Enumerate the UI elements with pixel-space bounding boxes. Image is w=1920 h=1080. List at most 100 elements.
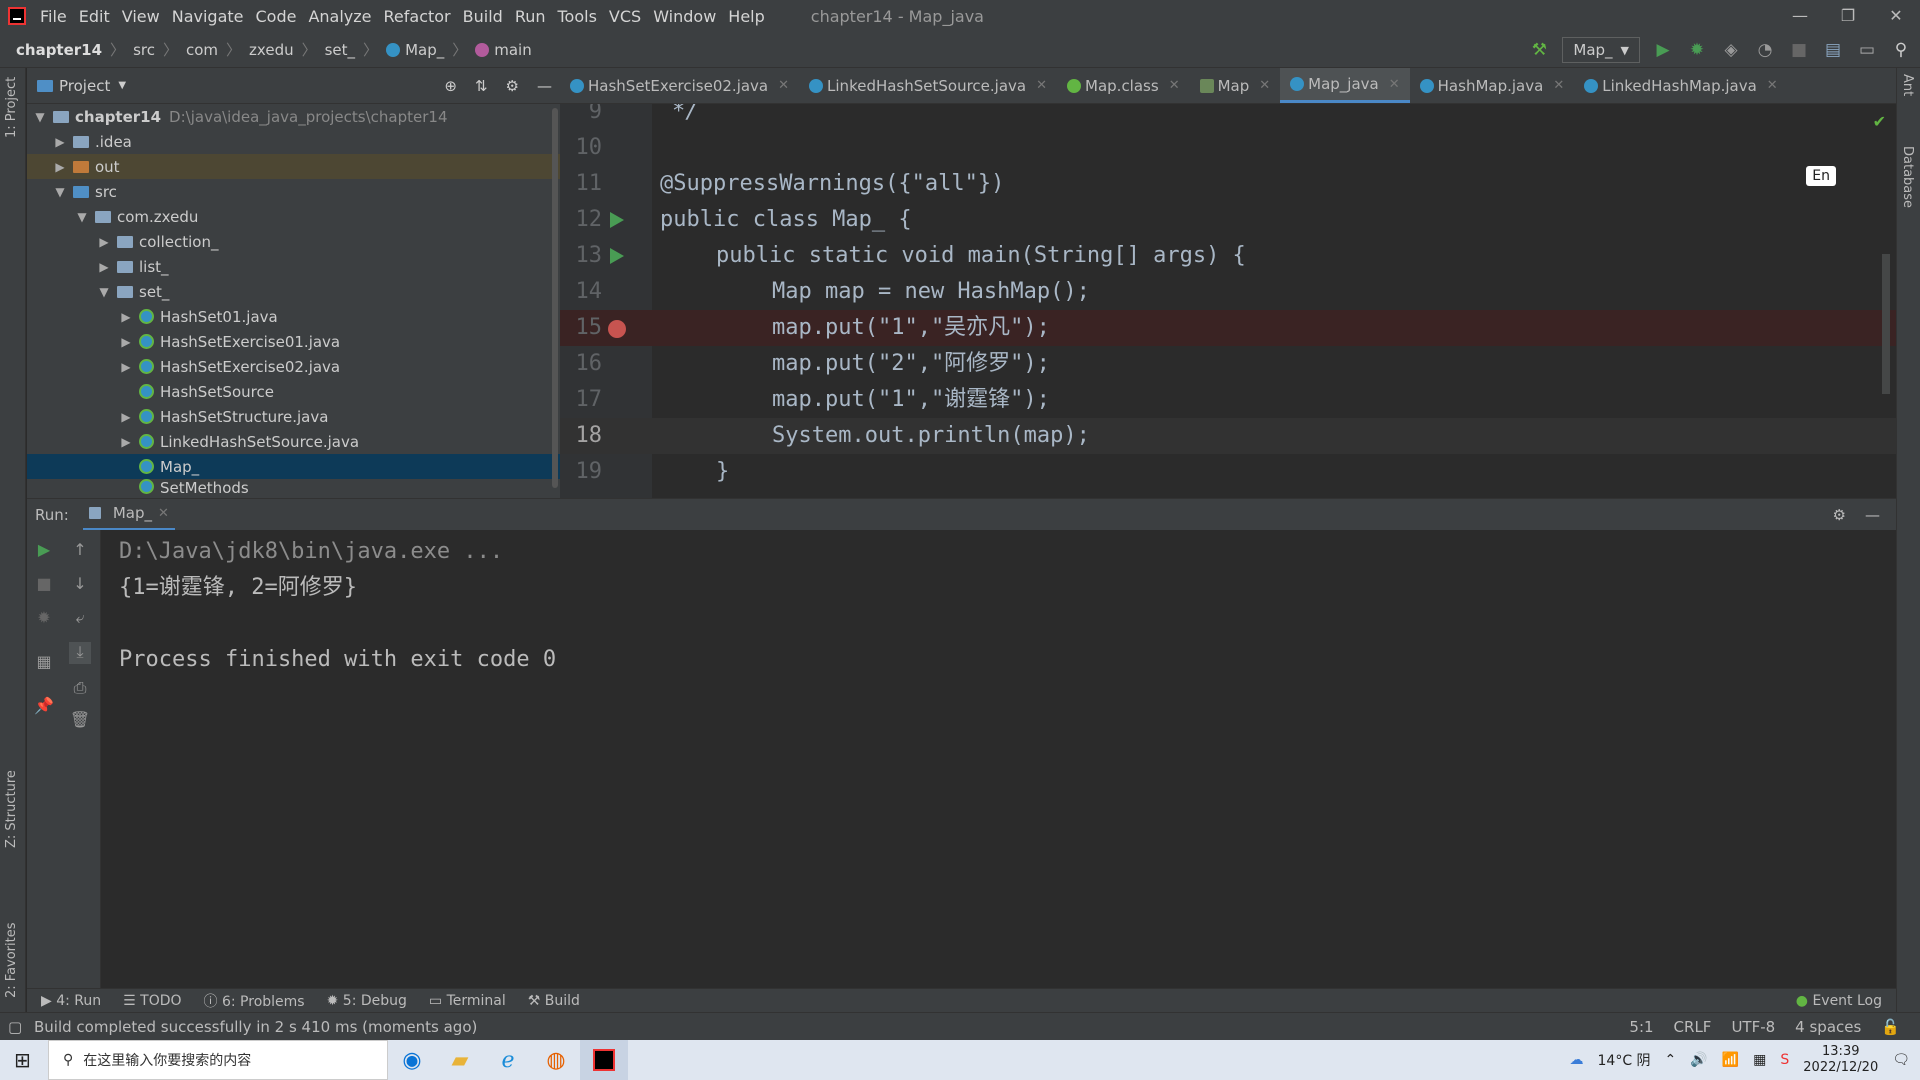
notification-icon[interactable]: 🗨 [1892,1052,1910,1068]
rerun-icon[interactable]: ▶ [33,540,55,562]
run-configuration-select[interactable]: Map_ ▼ [1562,37,1640,63]
tool-ant[interactable]: Ant [1900,74,1915,96]
tree-item-set[interactable]: ▼ set_ [27,279,560,304]
tree-item-collection[interactable]: ▶ collection_ [27,229,560,254]
collapse-all-icon[interactable]: ⇅ [475,77,488,95]
menu-help[interactable]: Help [722,7,770,26]
tab-linkedhashsetsource[interactable]: LinkedHashSetSource.java ✕ [799,68,1057,103]
breakpoint-icon[interactable] [608,320,626,338]
tab-hashsetexercise02[interactable]: HashSetExercise02.java ✕ [560,68,799,103]
lock-icon[interactable]: 🔓 [1881,1018,1900,1036]
file-explorer-icon[interactable]: ▰ [436,1040,484,1080]
file-encoding[interactable]: UTF-8 [1731,1018,1775,1036]
close-tab-icon[interactable]: ✕ [1767,78,1778,93]
menu-code[interactable]: Code [250,7,303,26]
breadcrumb-zxedu[interactable]: zxedu [249,41,294,59]
locate-icon[interactable]: ⊕ [444,77,457,95]
editor-scrollbar[interactable] [1882,254,1890,394]
trash-icon[interactable]: 🗑 [69,710,91,732]
close-tab-icon[interactable]: ✕ [1553,78,1564,93]
code-line-breakpoint[interactable]: 15 map.put("1","吴亦凡"); [560,310,1896,346]
up-icon[interactable]: ↑ [69,540,91,562]
menu-navigate[interactable]: Navigate [166,7,250,26]
tree-item-file[interactable]: ▶ HashSetExercise02.java [27,354,560,379]
status-toggle-icon[interactable]: ▢ [8,1018,22,1036]
code-line[interactable]: 19} [560,454,1896,490]
soft-wrap-icon[interactable]: ⤶ [69,608,91,630]
print-icon[interactable]: ⎙ [69,678,91,700]
tree-item-out[interactable]: ▶ out [27,154,560,179]
gear-icon[interactable]: ⚙ [1833,506,1846,524]
presentation-icon[interactable]: ▭ [1856,39,1878,61]
tool-tab-problems[interactable]: ⓘ 6: Problems [204,991,305,1011]
pin-icon[interactable]: 📌 [33,696,55,718]
debug-icon[interactable]: ✹ [33,608,55,630]
tool-tab-run[interactable]: ▶ 4: Run [41,993,101,1009]
code-line[interactable]: 10 [560,130,1896,166]
menu-vcs[interactable]: VCS [603,7,647,26]
breadcrumb-method[interactable]: main [494,41,531,59]
hide-icon[interactable]: — [1865,506,1880,524]
menu-window[interactable]: Window [647,7,722,26]
code-line[interactable]: 12 public class Map_ { [560,202,1896,238]
chevron-down-icon[interactable]: ▼ [97,285,111,299]
tree-item-root[interactable]: ▼ chapter14 D:\java\idea_java_projects\ch… [27,104,560,129]
chevron-right-icon[interactable]: ▶ [119,335,133,349]
tool-structure[interactable]: Z: Structure [4,770,19,848]
code-line[interactable]: 13 public static void main(String[] args)… [560,238,1896,274]
network-icon[interactable]: 📶 [1722,1052,1739,1068]
tool-tab-terminal[interactable]: ▭ Terminal [429,993,506,1009]
breadcrumb-com[interactable]: com [186,41,218,59]
chevron-right-icon[interactable]: ▶ [119,360,133,374]
clock[interactable]: 13:39 2022/12/20 [1803,1044,1878,1076]
weather-text[interactable]: 14°C 阴 [1598,1050,1651,1070]
menu-edit[interactable]: Edit [73,7,116,26]
chevron-right-icon[interactable]: ▶ [53,135,67,149]
run-gutter-icon[interactable] [610,212,624,228]
coverage-icon[interactable]: ◈ [1720,39,1742,61]
taskbar-search-input[interactable]: ⚲ 在这里输入你要搜索的内容 [48,1040,388,1080]
project-scrollbar[interactable] [552,108,558,488]
chevron-down-icon[interactable]: ▼ [118,80,126,91]
menu-file[interactable]: File [34,7,73,26]
code-line[interactable]: 16 map.put("2","阿修罗"); [560,346,1896,382]
tree-item-list[interactable]: ▶ list_ [27,254,560,279]
tree-item-file[interactable]: ▶ HashSetStructure.java [27,404,560,429]
code-line[interactable]: 9 */ [560,104,1896,130]
code-line[interactable]: 11 @SuppressWarnings({"all"}) [560,166,1896,202]
tree-item-selected[interactable]: Map_ [27,454,560,479]
close-icon[interactable]: ✕ [1872,0,1920,32]
tab-linkedhashmap[interactable]: LinkedHashMap.java ✕ [1574,68,1787,103]
menu-tools[interactable]: Tools [552,7,603,26]
menu-run[interactable]: Run [509,7,552,26]
tool-favorites[interactable]: 2: Favorites [4,922,19,998]
tool-tab-debug[interactable]: ✹ 5: Debug [327,993,407,1009]
breadcrumb-src[interactable]: src [133,41,155,59]
event-log[interactable]: ● Event Log [1796,993,1882,1009]
restore-icon[interactable]: ❐ [1824,0,1872,32]
close-tab-icon[interactable]: ✕ [1389,77,1400,92]
tree-item-package[interactable]: ▼ com.zxedu [27,204,560,229]
chevron-right-icon[interactable]: ▶ [119,410,133,424]
tab-map-java[interactable]: Map_java ✕ [1280,68,1410,103]
code-line[interactable]: 17 map.put("1","谢霆锋"); [560,382,1896,418]
windows-start-icon[interactable]: ⊞ [14,1048,31,1072]
layout-icon[interactable]: ▦ [33,652,55,674]
tree-item-file[interactable]: ▶ HashSetExercise01.java [27,329,560,354]
caret-position[interactable]: 5:1 [1629,1018,1653,1036]
project-structure-icon[interactable]: ▤ [1822,39,1844,61]
build-hammer-icon[interactable]: ⚒ [1528,39,1550,61]
tab-map-class[interactable]: Map.class ✕ [1057,68,1190,103]
stop-icon[interactable]: ■ [1788,39,1810,61]
ie-icon[interactable]: ℯ [484,1040,532,1080]
chevron-up-icon[interactable]: ⌃ [1665,1052,1677,1068]
chevron-right-icon[interactable]: ▶ [119,435,133,449]
tree-item-file[interactable]: HashSetSource [27,379,560,404]
search-icon[interactable]: ⚲ [1890,39,1912,61]
tree-item-file[interactable]: ▶ HashSet01.java [27,304,560,329]
menu-build[interactable]: Build [457,7,509,26]
close-tab-icon[interactable]: ✕ [1169,78,1180,93]
tab-hashmap[interactable]: HashMap.java ✕ [1410,68,1575,103]
indent-setting[interactable]: 4 spaces [1795,1018,1861,1036]
hide-icon[interactable]: — [537,77,552,95]
